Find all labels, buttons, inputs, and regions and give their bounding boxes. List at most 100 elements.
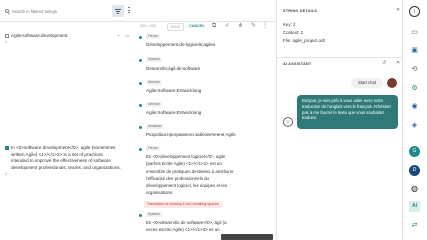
status-dot (139, 82, 142, 85)
ai-icon[interactable]: ⚙ (409, 83, 420, 94)
lang-label: Spanish (146, 212, 162, 217)
token: logiciels (185, 42, 203, 47)
status-dot (139, 36, 142, 39)
status-dot (139, 104, 142, 107)
row-checkbox[interactable] (5, 34, 9, 38)
comment-icon[interactable]: ▭ (125, 33, 129, 39)
history-icon[interactable]: ↺ (382, 60, 386, 66)
source-line: written Agile) <1>/</1>2> is a set of pr… (11, 151, 103, 157)
translation-line: organisations. (146, 190, 174, 196)
string-file[interactable]: File: agile_project.odt (283, 38, 325, 43)
translation-memory-icon[interactable]: ▣ (409, 45, 420, 56)
string-key: Key: 2 (283, 22, 296, 27)
close-icon[interactable]: ✕ (396, 60, 400, 66)
token: Desarrollo (146, 66, 167, 71)
more-menu-icon[interactable] (127, 6, 131, 16)
token: Agile (11, 33, 22, 38)
ai-assistant-active-icon[interactable]: AI (409, 201, 420, 212)
avatar (387, 78, 397, 88)
history-icon[interactable]: ⟲ (409, 64, 420, 75)
token: Agile (146, 88, 157, 93)
search-icon (5, 9, 9, 13)
search-bar (0, 0, 276, 22)
token: Agile (146, 110, 157, 115)
editor-toolbar: 220 / 230 SAVE CANCEL ⧉ ✓ ⋔ ✎ ⋮ (134, 22, 274, 32)
translation-line: En <0>desarrollo de software</0>, ágil (… (146, 220, 227, 225)
string-details-title: STRING DETAILS (283, 9, 318, 13)
lang-label: French (146, 146, 160, 151)
string-context: Context: 2 (283, 30, 304, 35)
approve-icon[interactable]: ✓ (225, 23, 230, 30)
token: забезпечення (195, 132, 225, 137)
panel-divider (276, 0, 277, 240)
ai-assistant-title: AI ASSISTANT (283, 62, 312, 66)
warning-badge: Translation is missing 5 non-breaking sp… (144, 201, 222, 208)
flag-icon[interactable]: ◉ (409, 101, 420, 112)
row-number: 1 (5, 40, 8, 44)
translation-text[interactable]: Розробка|програмного|забезпечення|Agile (146, 132, 236, 137)
globe-icon[interactable]: ◈ (409, 120, 420, 131)
search-input[interactable] (12, 7, 107, 15)
tooltip-bar (221, 234, 273, 240)
status-dot (139, 59, 142, 62)
token: Software (157, 110, 176, 115)
translation-text[interactable]: Développement|de|logiciels|agiles (146, 42, 215, 47)
translation-text[interactable]: Agile|Software|Entwicklung (146, 110, 201, 115)
translation-text[interactable]: Agile|Software|Entwicklung (146, 88, 201, 93)
token: software (182, 66, 201, 71)
source-line: intended to improve the effectiveness of… (11, 158, 111, 164)
translation-text[interactable]: En <0>développement logiciel</0>, agile … (146, 153, 246, 197)
status-dot (139, 126, 142, 129)
lang-label: German (146, 80, 162, 85)
translation-line: En <0>développement logiciel</0>, agile (146, 154, 226, 159)
token: Entwicklung (176, 110, 202, 115)
source-string-1[interactable]: Agile|software|development (11, 33, 67, 38)
source-string-2[interactable]: In <0>software development</0>, agile (s… (11, 145, 136, 171)
deepl-icon[interactable]: D (409, 165, 420, 176)
lang-label: French (146, 34, 160, 39)
status-dot (139, 214, 142, 217)
ai-assistant-icon[interactable]: ◍ (409, 183, 420, 194)
save-button[interactable]: SAVE (167, 22, 184, 31)
row-checkbox[interactable] (5, 146, 9, 150)
bot-avatar-icon: ☺ (283, 117, 293, 127)
token: програмного (167, 132, 194, 137)
token: development (41, 33, 68, 38)
close-icon[interactable]: ✕ (396, 7, 400, 13)
source-line: In <0>software development</0>, agile (s… (11, 145, 116, 150)
filter-button[interactable] (112, 5, 124, 17)
source-line: development professionals, teams, and or… (11, 164, 121, 170)
row-number: 2 (5, 172, 8, 176)
edit-icon[interactable]: ✎ (251, 23, 256, 30)
token: Agile (225, 132, 236, 137)
lang-label: German (146, 102, 162, 107)
string-count: 220 / 230 (140, 24, 156, 28)
token: agiles (203, 42, 216, 47)
token: Software (157, 88, 176, 93)
google-translate-icon[interactable]: G (409, 146, 420, 157)
status-dot (139, 148, 142, 151)
translation-line: (parfois écrite Agile) <1>/</1>2> est un (146, 161, 222, 167)
assistant-message: Bonjour, je suis prêt à vous aider avec … (297, 95, 398, 129)
more-icon[interactable]: ⋮ (262, 23, 268, 30)
translation-text[interactable]: En <0>desarrollo de software</0>, ágil (… (146, 219, 246, 234)
translation-line: développement logiciel, les équipes et l… (146, 183, 228, 189)
link-icon[interactable]: ⌁ (117, 33, 120, 39)
comments-icon[interactable]: ▭ (409, 27, 420, 38)
lang-label: Spanish (146, 57, 162, 62)
translate-icon[interactable]: ⇄ (409, 220, 420, 231)
token: Розробка (146, 132, 166, 137)
info-icon[interactable]: i (409, 6, 420, 17)
translation-line: l'efficacité des professionnels du (146, 175, 209, 181)
cancel-button[interactable]: CANCEL (189, 24, 205, 28)
copy-source-icon[interactable]: ⧉ (212, 23, 216, 30)
user-message: Start chat (351, 78, 383, 88)
token: Développement (146, 42, 179, 47)
translation-text[interactable]: Desarrollo|ágil|de|software (146, 66, 200, 71)
token: software (22, 33, 40, 38)
split-icon[interactable]: ⋔ (238, 23, 243, 30)
translation-line: ensemble de pratiques destinées à amélio… (146, 168, 234, 174)
section-divider (277, 57, 402, 58)
translation-line: veces escrito Agile) <1>/</1>2> es un (146, 227, 220, 233)
lang-label: Ukrainian (146, 124, 164, 129)
